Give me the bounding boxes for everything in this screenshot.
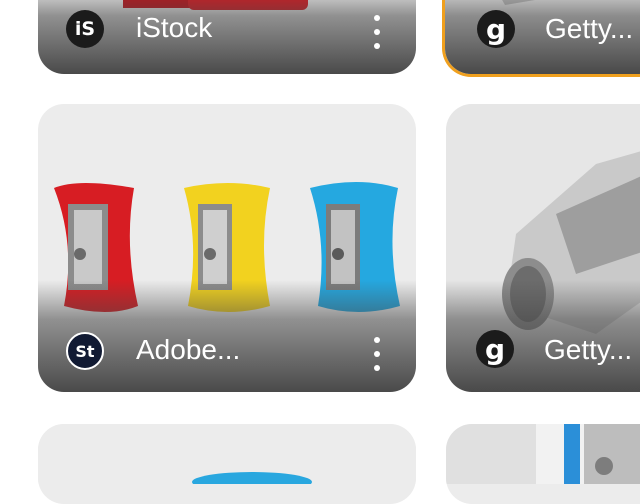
source-logo-istock: iS — [66, 10, 104, 48]
image-result-card[interactable] — [38, 424, 416, 504]
source-name: Getty... — [544, 334, 633, 365]
image-result-card[interactable]: g Getty... — [445, 0, 640, 74]
source-logo-getty: g — [476, 330, 514, 368]
more-options-icon[interactable] — [370, 337, 384, 371]
image-result-card[interactable]: g Getty... — [446, 104, 640, 392]
pencil-sharpener-thumbnail-icon — [446, 424, 640, 484]
source-name: Getty... — [545, 13, 634, 44]
source-name: iStock — [136, 12, 213, 43]
pencil-sharpener-thumbnail-icon — [38, 424, 416, 484]
image-result-card[interactable]: St Adobe... — [38, 104, 416, 392]
source-name: Adobe... — [136, 334, 241, 365]
image-result-card[interactable] — [446, 424, 640, 504]
image-result-card[interactable]: iS iStock — [38, 0, 416, 74]
more-options-icon[interactable] — [370, 15, 384, 49]
source-logo-adobe-stock: St — [66, 332, 104, 370]
source-logo-getty: g — [477, 10, 515, 48]
